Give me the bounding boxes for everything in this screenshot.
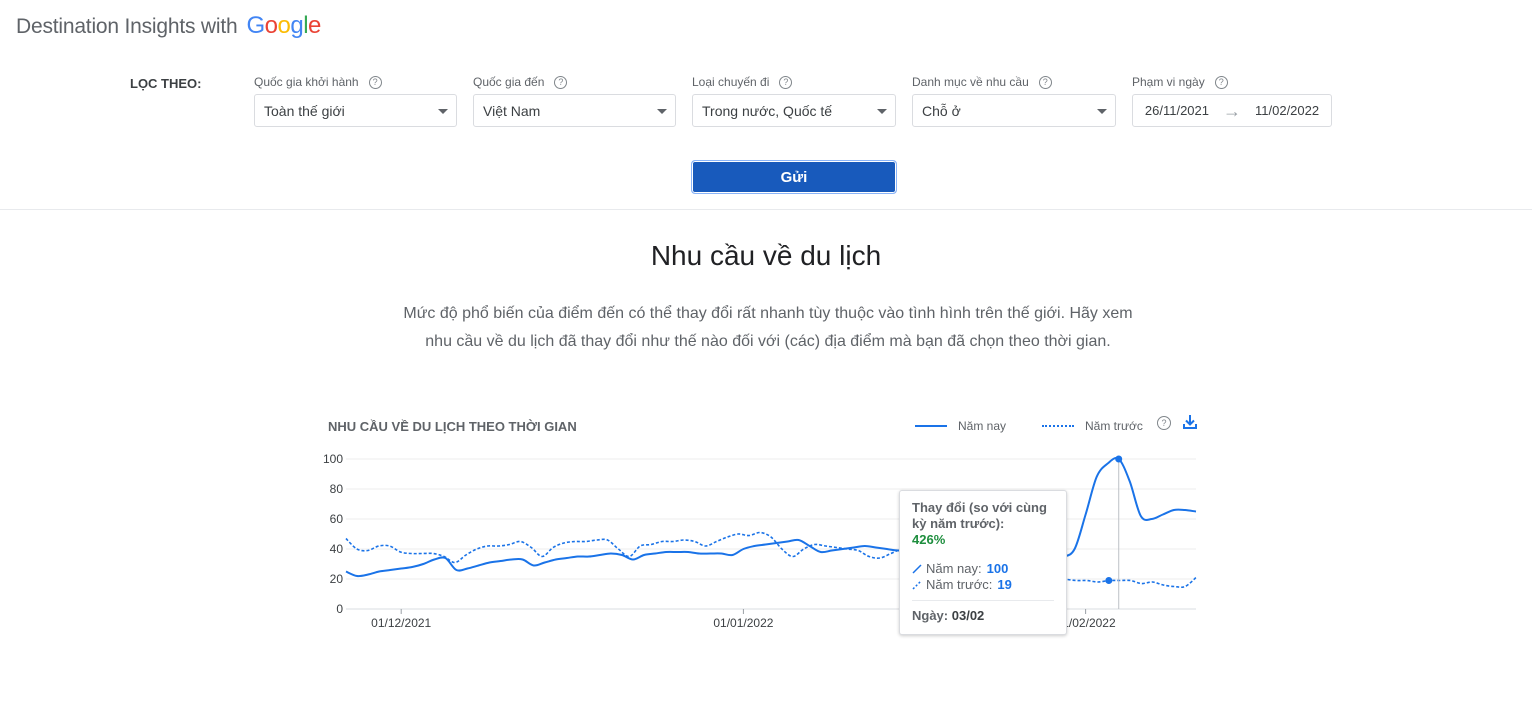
help-icon[interactable]: ? xyxy=(1038,75,1052,89)
divider xyxy=(0,209,1532,210)
y-tick-label: 40 xyxy=(330,542,344,556)
date-range-filter: Phạm vi ngày ? 26/11/2021 → 11/02/2022 xyxy=(1132,74,1332,127)
help-icon[interactable]: ? xyxy=(779,75,793,89)
legend-current[interactable]: Năm nay xyxy=(915,419,1006,433)
logo-letter: g xyxy=(290,12,304,39)
origin-filter: Quốc gia khởi hành ? Toàn thế giới xyxy=(254,74,457,127)
origin-filter-label: Quốc gia khởi hành xyxy=(254,75,359,89)
logo-letter: G xyxy=(246,12,265,39)
tooltip-date-label: Ngày: xyxy=(912,608,949,623)
dotted-line-icon xyxy=(1042,425,1074,427)
google-logo: Google xyxy=(246,12,321,40)
category-filter: Danh mục về nhu cầu ? Chỗ ở xyxy=(912,74,1116,127)
section-description: Mức độ phổ biến của điểm đến có thể thay… xyxy=(403,305,1133,350)
solid-line-icon xyxy=(915,425,947,427)
chart-tooltip: Thay đổi (so với cùng kỳ năm trước): 426… xyxy=(899,490,1067,635)
tooltip-previous-label: Năm trước: xyxy=(926,577,993,592)
category-select-value: Chỗ ở xyxy=(922,102,961,119)
tooltip-heading: Thay đổi (so với cùng kỳ năm trước): xyxy=(912,500,1047,531)
legend-previous-label: Năm trước xyxy=(1085,419,1143,433)
tooltip-change-percent: 426% xyxy=(912,532,946,547)
logo-letter: o xyxy=(277,12,291,39)
category-filter-label: Danh mục về nhu cầu xyxy=(912,75,1029,89)
app-header: Destination Insights with Google xyxy=(16,12,321,40)
dropdown-arrow-icon xyxy=(438,109,448,114)
help-icon[interactable]: ? xyxy=(368,75,382,89)
logo-letter: e xyxy=(308,12,321,39)
tooltip-current-label: Năm nay: xyxy=(926,561,982,576)
series-current-line xyxy=(345,457,1197,578)
destination-select[interactable]: Việt Nam xyxy=(473,94,676,127)
arrow-right-icon: → xyxy=(1223,100,1241,121)
dotted-line-icon xyxy=(912,580,922,590)
trip-type-filter-label: Loại chuyến đi xyxy=(692,75,770,89)
help-icon[interactable]: ? xyxy=(1157,416,1171,430)
section-title: Nhu cầu về du lịch xyxy=(650,240,882,271)
y-tick-label: 0 xyxy=(336,602,343,616)
y-tick-label: 100 xyxy=(323,452,343,466)
tooltip-current-row: Năm nay: 100 xyxy=(912,561,1054,577)
y-tick-label: 60 xyxy=(330,512,344,526)
legend-previous[interactable]: Năm trước xyxy=(1042,419,1143,433)
y-tick-label: 20 xyxy=(330,572,344,586)
tooltip-date-value: 03/02 xyxy=(951,608,985,623)
legend-current-label: Năm nay xyxy=(958,419,1007,433)
help-icon[interactable]: ? xyxy=(554,75,568,89)
date-range-filter-label: Phạm vi ngày xyxy=(1132,75,1205,89)
tooltip-current-value: 100 xyxy=(986,561,1009,576)
trip-type-select[interactable]: Trong nước, Quốc tế xyxy=(692,94,896,127)
tooltip-previous-value: 19 xyxy=(997,577,1012,592)
destination-filter: Quốc gia đến ? Việt Nam xyxy=(473,74,676,127)
logo-letter: o xyxy=(264,12,278,39)
download-icon[interactable] xyxy=(1183,414,1197,435)
dropdown-arrow-icon xyxy=(877,109,887,114)
chart-title: NHU CẦU VỀ DU LỊCH THEO THỜI GIAN xyxy=(328,419,577,434)
trip-type-select-value: Trong nước, Quốc tế xyxy=(702,102,833,119)
x-tick-label: 01/01/2022 xyxy=(713,616,773,630)
origin-select[interactable]: Toàn thế giới xyxy=(254,94,457,127)
destination-select-value: Việt Nam xyxy=(483,102,541,119)
category-select[interactable]: Chỗ ở xyxy=(912,94,1116,127)
tooltip-divider xyxy=(912,600,1054,601)
solid-line-icon xyxy=(912,564,922,574)
app-title: Destination Insights with xyxy=(16,15,238,38)
date-end[interactable]: 11/02/2022 xyxy=(1255,103,1319,118)
series-previous-line xyxy=(345,531,1197,589)
destination-filter-label: Quốc gia đến xyxy=(473,75,545,89)
date-start[interactable]: 26/11/2021 xyxy=(1145,103,1209,118)
dropdown-arrow-icon xyxy=(657,109,667,114)
date-range-picker[interactable]: 26/11/2021 → 11/02/2022 xyxy=(1132,94,1332,127)
y-tick-label: 80 xyxy=(330,482,344,496)
x-tick-label: 01/12/2021 xyxy=(371,616,431,630)
hover-point xyxy=(1105,577,1113,584)
filter-label: LỌC THEO: xyxy=(130,76,202,91)
tooltip-previous-row: Năm trước: 19 xyxy=(912,577,1054,593)
tooltip-date: Ngày: 03/02 xyxy=(912,608,1054,623)
help-icon[interactable]: ? xyxy=(1214,75,1228,89)
dropdown-arrow-icon xyxy=(1097,109,1107,114)
submit-button[interactable]: Gửi xyxy=(691,160,897,194)
trip-type-filter: Loại chuyến đi ? Trong nước, Quốc tế xyxy=(692,74,896,127)
hover-point xyxy=(1115,455,1123,463)
origin-select-value: Toàn thế giới xyxy=(264,102,345,119)
